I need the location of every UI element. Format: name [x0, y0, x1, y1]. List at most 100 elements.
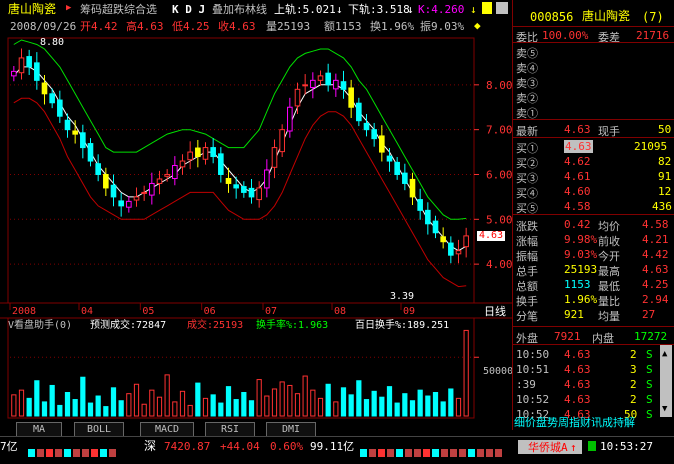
- candle-body: [448, 242, 454, 256]
- candle-body: [11, 70, 17, 77]
- time-axis-label: 09: [403, 306, 415, 317]
- close-price: 收4.63: [218, 20, 256, 33]
- stat-value: 1.96%: [564, 293, 598, 306]
- candle-body: [141, 191, 147, 194]
- candle-body: [302, 84, 308, 87]
- volume-axis-label: 50000: [483, 366, 514, 377]
- candle-body: [103, 173, 109, 189]
- stat-value: 9.03%: [564, 248, 598, 261]
- volume-indicator-title[interactable]: V看盘助手(0): [8, 321, 72, 331]
- broker-box[interactable]: 华侨城A ↑: [518, 440, 582, 454]
- volume-bar: [379, 396, 385, 417]
- mid-band-line: [13, 66, 467, 252]
- buy-volume: 82: [658, 155, 672, 168]
- stat-value: 921: [564, 308, 584, 321]
- capacity-block: [28, 449, 35, 457]
- price-axis-labels: 8.00 7.00 6.00 5.00 4.00: [474, 79, 512, 271]
- tab-rsi[interactable]: RSI: [205, 422, 255, 437]
- candle-body: [340, 81, 347, 90]
- buy-row: 买③ 4.61 91: [512, 168, 674, 185]
- candle-body: [26, 56, 32, 68]
- stat-row: 换手 1.96% 量比 2.94: [512, 291, 674, 308]
- tick-side: S: [646, 378, 653, 391]
- capacity-block: [495, 449, 502, 457]
- sell-row: 卖④: [512, 58, 674, 75]
- time-axis-label: 06: [204, 306, 216, 317]
- candle-body: [95, 163, 101, 175]
- volume-bar: [241, 392, 247, 417]
- latest-value: 4.63: [564, 123, 591, 136]
- settings-icon[interactable]: [482, 2, 492, 14]
- sz-amount: 99.11亿: [310, 440, 355, 453]
- volume-bar: [195, 382, 201, 417]
- capacity-block: [73, 449, 80, 457]
- candle-body: [164, 173, 170, 177]
- candle-body: [87, 143, 94, 162]
- stat-value: 4.25: [642, 278, 669, 291]
- candle-body: [386, 155, 393, 162]
- candle-body: [241, 186, 247, 193]
- volume-bar: [72, 399, 78, 417]
- stock-count: (7): [642, 10, 664, 24]
- candle-body: [333, 79, 339, 90]
- volume-bars: [10, 329, 479, 417]
- tick-price: 4.63: [564, 348, 591, 361]
- tab-boll[interactable]: BOLL: [74, 422, 124, 437]
- volume-bar: [126, 393, 132, 417]
- stat-row: 振幅 9.03% 今开 4.42: [512, 246, 674, 263]
- weicha-value: 21716: [636, 29, 670, 42]
- left-amount: 7亿: [0, 440, 18, 453]
- buy-volume: 12: [658, 185, 672, 198]
- sz-change: +44.04: [220, 440, 260, 453]
- kline-chart[interactable]: 8.00 7.00 6.00 5.00 4.00 2008 04 05 06 07 08 09: [0, 0, 512, 421]
- stat-value: 9.98%: [564, 233, 598, 246]
- volume-bar: [271, 388, 278, 417]
- tick-time: 10:51: [516, 363, 550, 376]
- stock-code: 000856: [530, 10, 574, 24]
- candle-body: [317, 75, 324, 81]
- tick-side: S: [646, 348, 653, 361]
- tab-ma[interactable]: MA: [16, 422, 62, 437]
- forecast-volume: 预测成交:72847: [90, 320, 167, 331]
- candle-body: [417, 199, 423, 211]
- close-icon[interactable]: [496, 2, 508, 14]
- hundred-day-turnover: 百日换手%:189.251: [355, 320, 450, 331]
- tick-row: 10:50 4.63 2 S: [512, 346, 658, 361]
- stock-name: 唐山陶瓷: [582, 9, 631, 23]
- clock: 10:53:27: [600, 440, 653, 453]
- panel-bottom-tabs[interactable]: 细价盘势周指财讯成持解: [514, 417, 674, 428]
- volume-bar: [64, 392, 71, 417]
- current-price-tag: 4.63: [477, 230, 506, 241]
- volume-bar: [348, 394, 354, 417]
- sz-pct: 0.60%: [270, 440, 304, 453]
- volume-bar: [279, 381, 285, 417]
- high-mark: 8.80: [40, 37, 65, 48]
- scroll-down-icon[interactable]: ▼: [662, 405, 667, 414]
- broker-arrow-icon: ↑: [570, 441, 577, 454]
- tab-macd[interactable]: MACD: [140, 422, 194, 437]
- tab-dmi[interactable]: DMI: [266, 422, 316, 437]
- triangle-icon[interactable]: ▶: [66, 4, 71, 13]
- k-value: K:4.260: [418, 3, 465, 16]
- volume-bar: [87, 402, 94, 417]
- candle-body: [149, 182, 155, 196]
- stat-value: 4.42: [642, 248, 669, 261]
- tick-row: 10:51 4.63 3 S: [512, 361, 658, 376]
- sz-capacity-bars: [360, 441, 510, 457]
- volume-bar: [432, 392, 439, 417]
- volume-bar: [110, 387, 117, 417]
- tick-row: 10:52 4.63 2 S: [512, 391, 658, 406]
- scroll-up-icon[interactable]: ▲: [662, 350, 667, 359]
- buy-price: 4.63: [564, 140, 593, 153]
- capacity-block: [46, 449, 53, 457]
- period-label[interactable]: 日线: [484, 306, 506, 317]
- stat-value: 4.21: [642, 233, 669, 246]
- kdj-label[interactable]: K D J: [172, 4, 205, 15]
- weibi-value: 100.00%: [542, 29, 589, 42]
- stat-value: 4.63: [642, 263, 669, 276]
- outer-inner-row: 外盘 7921 内盘 17272: [512, 328, 674, 345]
- indicator-label[interactable]: 筹码超跌综合选: [80, 4, 157, 15]
- candle-body: [310, 79, 316, 89]
- weibi-row: 委比 100.00% 委差 21716: [512, 27, 674, 44]
- volume-bar: [34, 380, 40, 417]
